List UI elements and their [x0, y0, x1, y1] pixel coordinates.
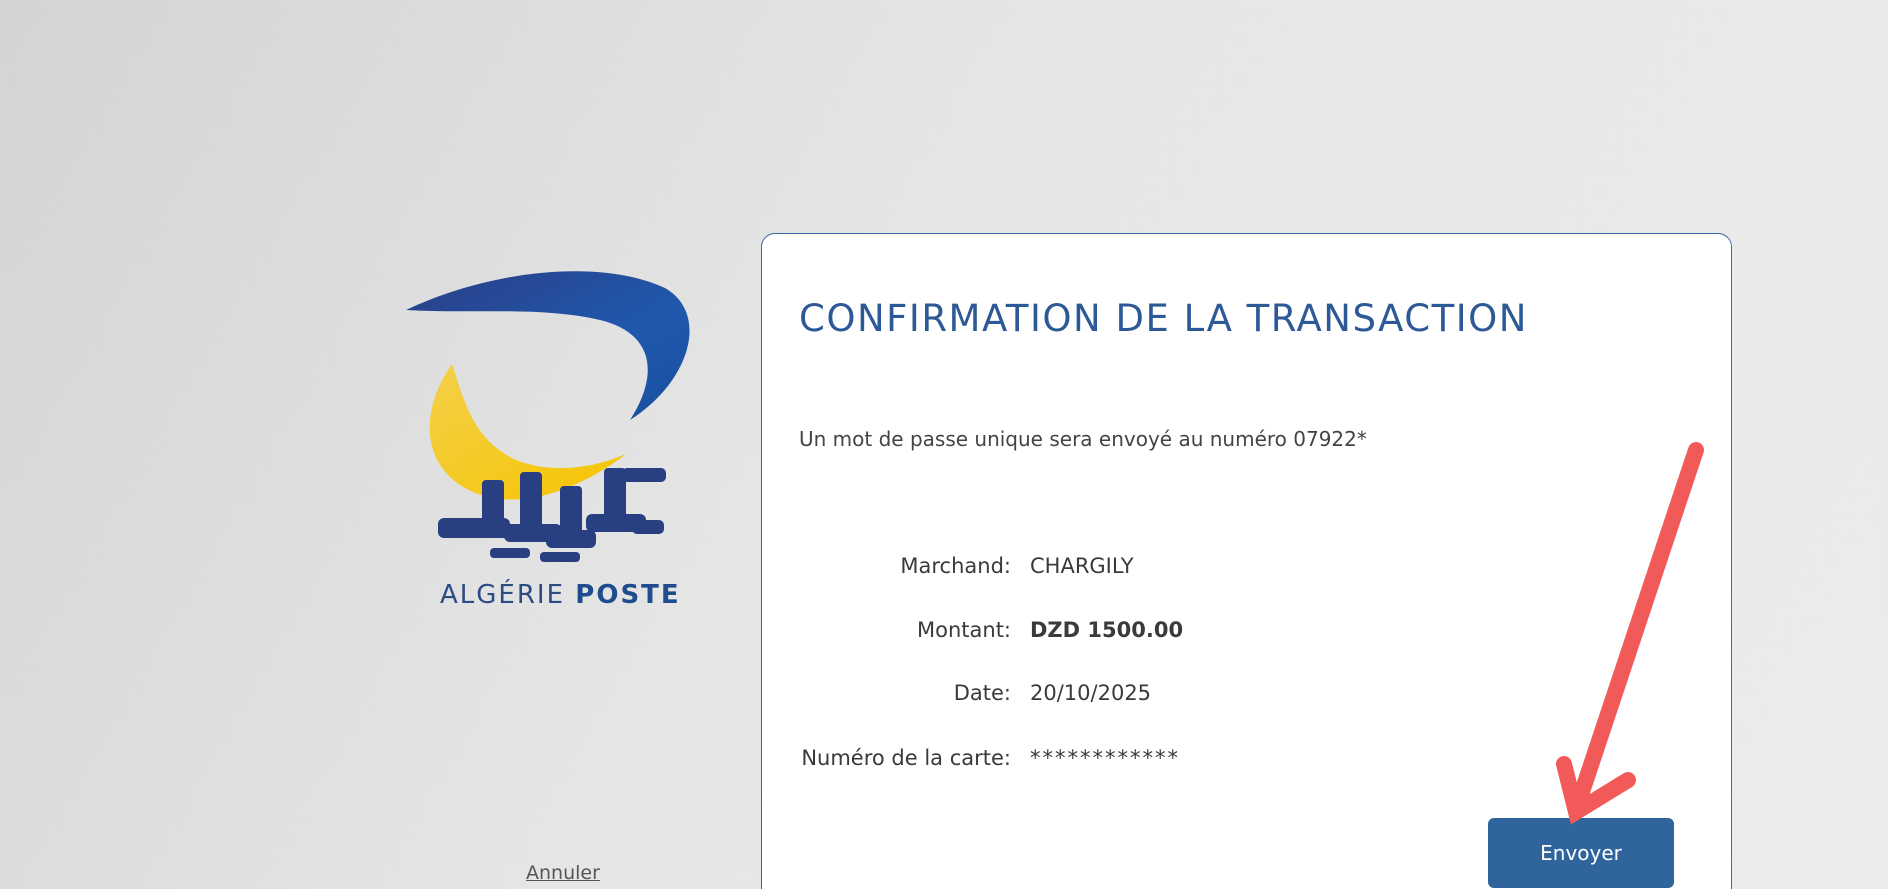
amount-label: Montant:: [917, 618, 1011, 642]
cancel-link[interactable]: Annuler: [526, 862, 600, 884]
otp-message: Un mot de passe unique sera envoyé au nu…: [799, 427, 1367, 451]
page-title: CONFIRMATION DE LA TRANSACTION: [799, 296, 1528, 340]
logo-wordmark-part1: ALGÉRIE: [440, 580, 576, 610]
card-number-label: Numéro de la carte:: [801, 746, 1011, 770]
merchant-label: Marchand:: [900, 554, 1011, 578]
date-value: 20/10/2025: [1030, 681, 1152, 705]
logo-emblem-icon: [406, 271, 690, 562]
logo-wordmark-part2: POSTE: [575, 580, 681, 610]
merchant-value: CHARGILY: [1030, 554, 1134, 578]
amount-value: DZD 1500.00: [1030, 618, 1184, 642]
logo-wordmark: ALGÉRIE POSTE: [440, 580, 680, 610]
red-arrow-pointer-icon: [1556, 442, 1704, 825]
card-number-value: ************: [1030, 746, 1180, 770]
algerie-poste-logo: ALGÉRIE POSTE: [400, 262, 710, 622]
date-label: Date:: [953, 681, 1011, 705]
